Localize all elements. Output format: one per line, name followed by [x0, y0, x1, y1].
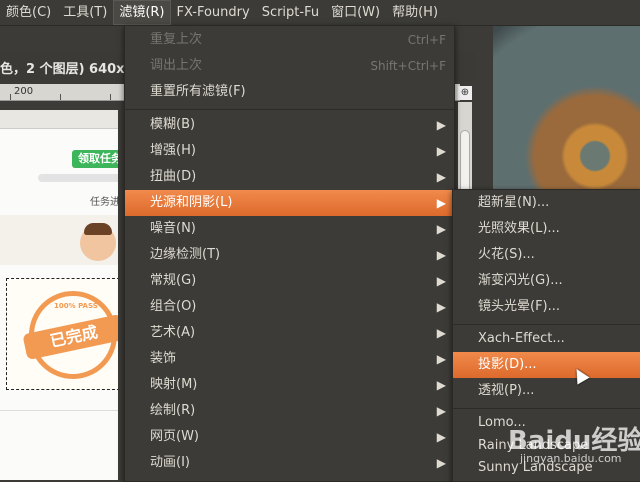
menubar: 颜色(C) 工具(T) 滤镜(R) FX-Foundry Script-Fu 窗… [0, 0, 640, 26]
menu-item-label: 渐变闪光(G)... [478, 273, 563, 288]
menu-item-reshow-last[interactable]: 调出上次 Shift+Ctrl+F [125, 53, 454, 79]
menu-item-label: 火花(S)... [478, 247, 535, 262]
menu-item-drop-shadow[interactable]: 投影(D)... [453, 352, 640, 378]
menu-item-label: 重置所有滤镜(F) [150, 84, 246, 99]
menu-item-label: 组合(O) [150, 299, 197, 314]
menu-item-supernova[interactable]: 超新星(N)... [453, 190, 640, 216]
task-progress-text: 任务进 [90, 197, 118, 208]
menu-item-noise[interactable]: 噪音(N) ▶ [125, 216, 454, 242]
menu-item-label: 透视(P)... [478, 383, 535, 398]
menu-item-perspective[interactable]: 透视(P)... [453, 378, 640, 404]
menu-item-decor[interactable]: 装饰 ▶ [125, 346, 454, 372]
menu-item-label: 艺术(A) [150, 325, 196, 340]
menu-item-label: 映射(M) [150, 377, 198, 392]
menu-item-render[interactable]: 绘制(R) ▶ [125, 398, 454, 424]
menu-colors[interactable]: 颜色(C) [0, 0, 57, 25]
menu-item-distorts[interactable]: 扭曲(D) ▶ [125, 164, 454, 190]
menu-filters[interactable]: 滤镜(R) [113, 0, 171, 25]
completed-stamp-icon: 100% PASS 已完成 [22, 291, 118, 379]
submenu-arrow-icon: ▶ [436, 222, 446, 236]
watermark-url: jingyan.baidu.com [520, 452, 622, 465]
menu-item-label: 模糊(B) [150, 117, 196, 132]
menu-item-animation[interactable]: 动画(I) ▶ [125, 450, 454, 476]
filters-menu: 重复上次 Ctrl+F 调出上次 Shift+Ctrl+F 重置所有滤镜(F) … [124, 25, 455, 482]
submenu-arrow-icon: ▶ [436, 378, 446, 392]
menu-item-label: 超新星(N)... [478, 195, 550, 210]
menu-item-enhance[interactable]: 增强(H) ▶ [125, 138, 454, 164]
canvas-image[interactable]: 领取任务 任务进 100% PASS 已完成 [0, 110, 118, 480]
doc-top-strip [0, 110, 118, 129]
submenu-arrow-icon: ▶ [436, 170, 446, 184]
menu-item-blur[interactable]: 模糊(B) ▶ [125, 112, 454, 138]
menu-item-label: 光照效果(L)... [478, 221, 560, 236]
submenu-arrow-icon: ▶ [436, 430, 446, 444]
menu-item-label: 边缘检测(T) [150, 247, 221, 262]
menu-item-label: Xach-Effect... [478, 331, 565, 346]
menu-item-repeat-last[interactable]: 重复上次 Ctrl+F [125, 27, 454, 53]
submenu-arrow-icon: ▶ [436, 326, 446, 340]
menu-item-label: 光源和阴影(L) [150, 195, 233, 210]
menu-item-label: 常规(G) [150, 273, 197, 288]
menu-item-label: 投影(D)... [478, 357, 537, 372]
menu-item-reset-all-filters[interactable]: 重置所有滤镜(F) [125, 79, 454, 105]
submenu-arrow-icon: ▶ [436, 456, 446, 470]
zoom-icon[interactable]: ⊕ [458, 86, 472, 100]
menu-item-xach-effect[interactable]: Xach-Effect... [453, 326, 640, 352]
menu-item-label: 扭曲(D) [150, 169, 197, 184]
ruler-label: 200 [14, 86, 34, 97]
submenu-arrow-icon: ▶ [436, 144, 446, 158]
progress-bar [38, 174, 118, 182]
menu-fx-foundry[interactable]: FX-Foundry [171, 0, 256, 25]
submenu-arrow-icon: ▶ [436, 300, 446, 314]
menu-item-edge-detect[interactable]: 边缘检测(T) ▶ [125, 242, 454, 268]
submenu-arrow-icon: ▶ [436, 404, 446, 418]
shortcut-label: Shift+Ctrl+F [370, 59, 446, 73]
menu-item-label: 镜头光晕(F)... [478, 299, 561, 314]
menu-item-gradient-flare[interactable]: 渐变闪光(G)... [453, 268, 640, 294]
menu-item-label: 绘制(R) [150, 403, 196, 418]
divider [0, 410, 118, 411]
menu-item-combine[interactable]: 组合(O) ▶ [125, 294, 454, 320]
menu-item-lens-flare[interactable]: 镜头光晕(F)... [453, 294, 640, 320]
menu-item-sparkle[interactable]: 火花(S)... [453, 242, 640, 268]
menu-item-label: 调出上次 [150, 58, 203, 73]
menu-separator [453, 408, 640, 409]
menu-script-fu[interactable]: Script-Fu [256, 0, 325, 25]
submenu-arrow-icon: ▶ [436, 118, 446, 132]
stamp-main-text: 已完成 [22, 313, 118, 361]
menu-item-label: 噪音(N) [150, 221, 196, 236]
menu-item-label: 增强(H) [150, 143, 196, 158]
menu-item-label: 重复上次 [150, 32, 203, 47]
shortcut-label: Ctrl+F [407, 33, 446, 47]
menu-item-light-and-shadow[interactable]: 光源和阴影(L) ▶ [125, 190, 454, 216]
menu-item-artistic[interactable]: 艺术(A) ▶ [125, 320, 454, 346]
ruler-mark [10, 94, 11, 100]
submenu-arrow-icon: ▶ [436, 274, 446, 288]
submenu-arrow-icon: ▶ [436, 352, 446, 366]
ruler-mark [60, 94, 61, 100]
menu-windows[interactable]: 窗口(W) [325, 0, 386, 25]
layer-selection[interactable]: 100% PASS 已完成 [6, 278, 118, 390]
menu-item-web[interactable]: 网页(W) ▶ [125, 424, 454, 450]
menu-item-lighting-effects[interactable]: 光照效果(L)... [453, 216, 640, 242]
claim-task-pill: 领取任务 [72, 150, 118, 168]
cartoon-person-icon [80, 223, 116, 261]
menu-help[interactable]: 帮助(H) [386, 0, 444, 25]
menu-item-map[interactable]: 映射(M) ▶ [125, 372, 454, 398]
menu-item-label: 网页(W) [150, 429, 199, 444]
menu-item-label: 动画(I) [150, 455, 190, 470]
stamp-top-text: 100% PASS [54, 302, 98, 310]
ruler-mark [110, 94, 111, 100]
menu-separator [125, 109, 454, 110]
submenu-arrow-icon: ▶ [436, 196, 446, 210]
menu-separator [453, 324, 640, 325]
submenu-arrow-icon: ▶ [436, 248, 446, 262]
menu-item-label: 装饰 [150, 351, 177, 366]
menu-item-generic[interactable]: 常规(G) ▶ [125, 268, 454, 294]
menu-tools[interactable]: 工具(T) [57, 0, 113, 25]
